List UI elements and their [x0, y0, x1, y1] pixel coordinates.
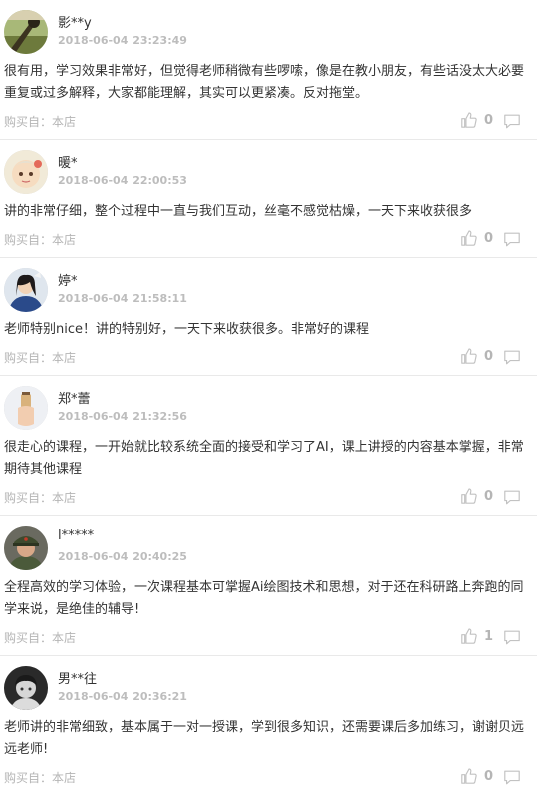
- purchase-source: 购买自：本店: [4, 491, 77, 505]
- like-count: 0: [483, 230, 493, 246]
- avatar-child-bw-icon: [4, 666, 48, 710]
- like-button[interactable]: 0: [460, 486, 493, 506]
- review-footer: 购买自：本店 0: [4, 481, 533, 515]
- like-button[interactable]: 1: [460, 626, 493, 646]
- like-count: 1: [483, 628, 493, 644]
- like-count: 0: [483, 348, 493, 364]
- like-button[interactable]: 0: [460, 228, 493, 248]
- reviewer-name: 暖*: [58, 156, 78, 171]
- review-footer: 购买自：本店 0: [4, 341, 533, 375]
- purchase-source: 购买自：本店: [4, 631, 77, 645]
- purchase-source: 购买自：本店: [4, 233, 77, 247]
- avatar[interactable]: [4, 666, 48, 710]
- comment-icon: [504, 232, 520, 247]
- review-header: 郑*蕾 2018-06-04 21:32:56: [4, 386, 533, 430]
- review-text: 全程高效的学习体验，一次课程基本可掌握Ai绘图技术和思想，对于还在科研路上奔跑的…: [4, 580, 524, 617]
- review-time: 2018-06-04 23:23:49: [58, 34, 187, 47]
- like-button[interactable]: 0: [460, 766, 493, 786]
- review-header: 男**往 2018-06-04 20:36:21: [4, 666, 533, 710]
- like-count: 0: [483, 112, 493, 128]
- reviewer-name: 郑*蕾: [58, 392, 91, 407]
- comment-icon: [504, 350, 520, 365]
- thumbs-up-icon: [461, 768, 477, 784]
- reply-button[interactable]: [503, 112, 521, 130]
- reviewer-name: 影**y: [58, 16, 92, 31]
- review-text: 老师特别nice！讲的特别好，一天下来收获很多。非常好的课程: [4, 322, 369, 337]
- avatar[interactable]: [4, 386, 48, 430]
- review-item: 婷* 2018-06-04 21:58:11 老师特别nice！讲的特别好，一天…: [0, 258, 537, 376]
- comment-icon: [504, 770, 520, 785]
- avatar[interactable]: [4, 10, 48, 54]
- avatar-person-blue-icon: [4, 268, 48, 312]
- review-footer: 购买自：本店 0: [4, 223, 533, 257]
- like-count: 0: [483, 768, 493, 784]
- thumbs-up-icon: [461, 112, 477, 128]
- review-header: 暖* 2018-06-04 22:00:53: [4, 150, 533, 194]
- like-count: 0: [483, 488, 493, 504]
- avatar[interactable]: [4, 526, 48, 570]
- review-text: 很走心的课程，一开始就比较系统全面的接受和学习了AI，课上讲授的内容基本掌握，非…: [4, 440, 524, 477]
- avatar-landscape-icon: [4, 10, 48, 54]
- review-footer: 购买自：本店 0: [4, 761, 533, 795]
- like-button[interactable]: 0: [460, 346, 493, 366]
- review-time: 2018-06-04 21:58:11: [58, 292, 187, 305]
- thumbs-up-icon: [461, 628, 477, 644]
- comment-icon: [504, 490, 520, 505]
- avatar-soldier-icon: [4, 526, 48, 570]
- review-footer: 购买自：本店 1: [4, 621, 533, 655]
- review-text: 很有用，学习效果非常好，但觉得老师稍微有些啰嗦，像是在教小朋友，有些话没太大必要…: [4, 64, 525, 101]
- review-text: 老师讲的非常细致，基本属于一对一授课，学到很多知识，还需要课后多加练习，谢谢贝远…: [4, 720, 525, 757]
- review-list: 影**y 2018-06-04 23:23:49 很有用，学习效果非常好，但觉得…: [0, 0, 537, 795]
- avatar-character-icon: [4, 150, 48, 194]
- reviewer-name: l*****: [58, 528, 95, 543]
- purchase-source: 购买自：本店: [4, 771, 77, 785]
- reviewer-name: 婷*: [58, 274, 78, 289]
- avatar-hand-drink-icon: [4, 386, 48, 430]
- review-item: 郑*蕾 2018-06-04 21:32:56 很走心的课程，一开始就比较系统全…: [0, 376, 537, 516]
- purchase-source: 购买自：本店: [4, 115, 77, 129]
- review-time: 2018-06-04 21:32:56: [58, 410, 187, 423]
- review-time: 2018-06-04 20:40:25: [58, 550, 187, 563]
- review-header: 影**y 2018-06-04 23:23:49: [4, 10, 533, 54]
- review-item: 男**往 2018-06-04 20:36:21 老师讲的非常细致，基本属于一对…: [0, 656, 537, 795]
- thumbs-up-icon: [461, 348, 477, 364]
- avatar[interactable]: [4, 268, 48, 312]
- purchase-source: 购买自：本店: [4, 351, 77, 365]
- reply-button[interactable]: [503, 628, 521, 646]
- reply-button[interactable]: [503, 348, 521, 366]
- thumbs-up-icon: [461, 230, 477, 246]
- review-footer: 购买自：本店 0: [4, 105, 533, 139]
- reply-button[interactable]: [503, 768, 521, 786]
- comment-icon: [504, 630, 520, 645]
- reply-button[interactable]: [503, 230, 521, 248]
- review-text: 讲的非常仔细，整个过程中一直与我们互动，丝毫不感觉枯燥，一天下来收获很多: [4, 204, 473, 219]
- avatar[interactable]: [4, 150, 48, 194]
- review-header: l***** 2018-06-04 20:40:25: [4, 526, 533, 570]
- review-time: 2018-06-04 22:00:53: [58, 174, 187, 187]
- review-header: 婷* 2018-06-04 21:58:11: [4, 268, 533, 312]
- reply-button[interactable]: [503, 488, 521, 506]
- review-item: 暖* 2018-06-04 22:00:53 讲的非常仔细，整个过程中一直与我们…: [0, 140, 537, 258]
- comment-icon: [504, 114, 520, 129]
- reviewer-name: 男**往: [58, 672, 98, 687]
- like-button[interactable]: 0: [460, 110, 493, 130]
- review-time: 2018-06-04 20:36:21: [58, 690, 187, 703]
- review-item: 影**y 2018-06-04 23:23:49 很有用，学习效果非常好，但觉得…: [0, 0, 537, 140]
- thumbs-up-icon: [461, 488, 477, 504]
- review-item: l***** 2018-06-04 20:40:25 全程高效的学习体验，一次课…: [0, 516, 537, 656]
